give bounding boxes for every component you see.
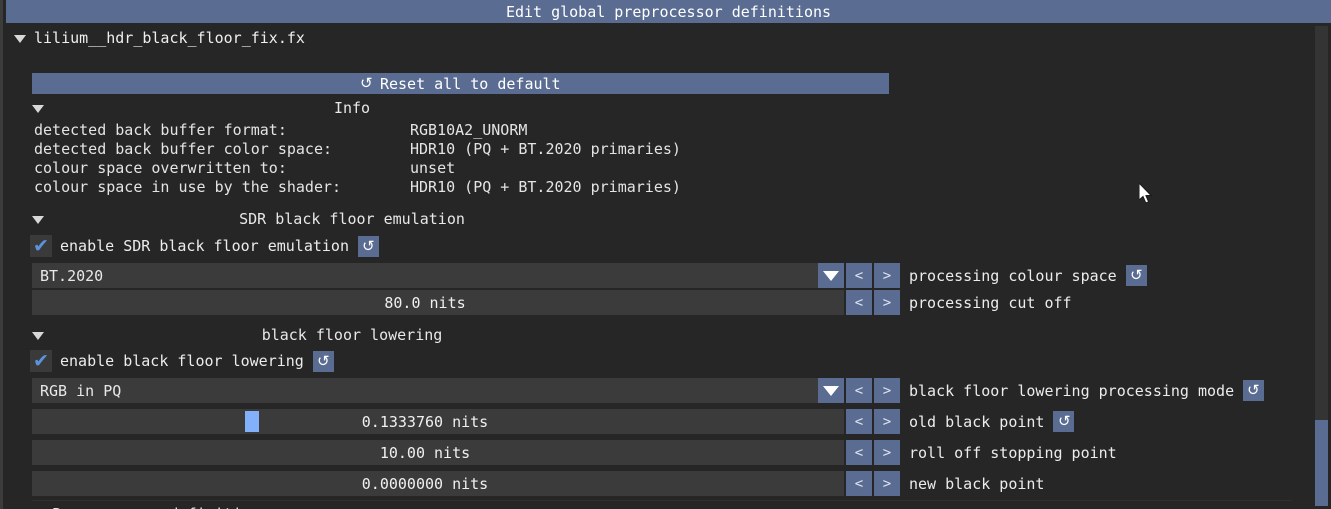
processing-colour-space-decrement-button[interactable]: <	[846, 263, 872, 288]
spacer	[818, 290, 844, 315]
new-black-point-increment-button[interactable]: >	[874, 471, 900, 496]
info-text-block: detected back buffer format: RGB10A2_UNO…	[34, 121, 681, 197]
info-line: detected back buffer color space: HDR10 …	[34, 140, 681, 159]
roll-off-stopping-point-label-group: roll off stopping point	[909, 440, 1117, 465]
processing-cut-off-value: 80.0 nits	[384, 293, 466, 312]
old-black-point-label-group: old black point ↻	[909, 409, 1075, 434]
window-title: Edit global preprocessor definitions	[505, 2, 832, 21]
reshade-global-preprocessor-dialog: Edit global preprocessor definitions lil…	[0, 0, 1331, 509]
processing-cut-off-slider[interactable]: 80.0 nits	[32, 290, 818, 315]
black-floor-lowering-processing-mode-label-group: black floor lowering processing mode ↻	[909, 378, 1265, 403]
processing-cut-off-increment-button[interactable]: >	[874, 290, 900, 315]
enable-black-floor-lowering-label: enable black floor lowering	[60, 352, 304, 370]
info-line: detected back buffer format: RGB10A2_UNO…	[34, 121, 681, 140]
roll-off-stopping-point-row: 10.00 nits < > roll off stopping point	[32, 440, 1324, 465]
old-black-point-row: 0.1333760 nits < > old black point ↻	[32, 409, 1324, 434]
black-floor-lowering-processing-mode-value: RGB in PQ	[40, 381, 122, 400]
reset-processing-colour-space-button[interactable]: ↻	[1125, 265, 1147, 286]
undo-icon: ↻	[1129, 266, 1143, 284]
reset-enable-sdr-black-floor-emulation-button[interactable]: ↻	[357, 235, 379, 257]
info-key: detected back buffer color space:	[34, 140, 333, 158]
old-black-point-increment-button[interactable]: >	[874, 409, 900, 434]
roll-off-stopping-point-increment-button[interactable]: >	[874, 440, 900, 465]
new-black-point-slider[interactable]: 0.0000000 nits	[32, 471, 818, 496]
info-value: HDR10 (PQ + BT.2020 primaries)	[410, 140, 681, 158]
reset-black-floor-lowering-processing-mode-button[interactable]: ↻	[1243, 380, 1265, 401]
processing-colour-space-combo[interactable]: BT.2020	[32, 263, 818, 288]
info-value: RGB10A2_UNORM	[410, 121, 528, 139]
triangle-down-icon[interactable]	[818, 378, 844, 403]
section-header-black-floor-lowering[interactable]: black floor lowering	[32, 323, 1292, 347]
roll-off-stopping-point-label: roll off stopping point	[909, 443, 1117, 462]
enable-sdr-black-floor-emulation-checkbox[interactable]: ✔	[30, 235, 52, 257]
old-black-point-value: 0.1333760 nits	[361, 412, 489, 431]
info-key: detected back buffer format:	[34, 121, 287, 139]
new-black-point-row: 0.0000000 nits < > new black point	[32, 471, 1324, 496]
reset-all-to-default-label: Reset all to default	[379, 74, 561, 93]
undo-icon: ↻	[1057, 412, 1071, 430]
info-key: colour space in use by the shader:	[34, 178, 342, 196]
old-black-point-label: old black point	[909, 412, 1045, 431]
reset-all-to-default-button[interactable]: ↻ Reset all to default	[32, 73, 889, 94]
enable-sdr-black-floor-emulation-label: enable SDR black floor emulation	[60, 237, 349, 255]
info-key: colour space overwritten to:	[34, 159, 287, 177]
section-title-black-floor-lowering: black floor lowering	[261, 326, 443, 344]
processing-cut-off-label-group: processing cut off	[909, 290, 1072, 315]
roll-off-stopping-point-slider[interactable]: 10.00 nits	[32, 440, 818, 465]
triangle-down-icon[interactable]	[818, 263, 844, 288]
section-title-info: Info	[333, 99, 371, 117]
old-black-point-decrement-button[interactable]: <	[846, 409, 872, 434]
spacer	[818, 440, 844, 465]
info-line: colour space overwritten to: unset	[34, 159, 681, 178]
processing-cut-off-decrement-button[interactable]: <	[846, 290, 872, 315]
vertical-scrollbar-thumb[interactable]	[1315, 420, 1328, 506]
new-black-point-label: new black point	[909, 474, 1045, 493]
window-title-bar: Edit global preprocessor definitions	[6, 0, 1331, 23]
processing-colour-space-increment-button[interactable]: >	[874, 263, 900, 288]
processing-cut-off-label: processing cut off	[909, 293, 1072, 312]
processing-cut-off-row: 80.0 nits < > processing cut off	[32, 290, 1324, 315]
black-floor-lowering-processing-mode-combo[interactable]: RGB in PQ	[32, 378, 818, 403]
settings-scroll-area: lilium__hdr_black_floor_fix.fx ↻ Reset a…	[6, 23, 1331, 509]
processing-colour-space-value: BT.2020	[40, 266, 104, 285]
enable-sdr-black-floor-emulation-row: ✔ enable SDR black floor emulation ↻	[30, 234, 379, 258]
black-floor-lowering-processing-mode-row: RGB in PQ < > black floor lowering proce…	[32, 378, 1324, 403]
info-value: HDR10 (PQ + BT.2020 primaries)	[410, 178, 681, 196]
new-black-point-decrement-button[interactable]: <	[846, 471, 872, 496]
section-title-preprocessor-definitions: Preprocessor definitions	[52, 505, 269, 509]
section-header-info[interactable]: Info	[32, 96, 1292, 120]
effect-tree-root[interactable]: lilium__hdr_black_floor_fix.fx	[6, 26, 305, 50]
processing-colour-space-label: processing colour space	[909, 266, 1117, 285]
info-value: unset	[410, 159, 456, 177]
section-title-sdr-black-floor-emulation: SDR black floor emulation	[239, 210, 465, 228]
roll-off-stopping-point-decrement-button[interactable]: <	[846, 440, 872, 465]
black-floor-lowering-processing-mode-label: black floor lowering processing mode	[909, 381, 1235, 400]
reset-enable-black-floor-lowering-button[interactable]: ↻	[312, 350, 334, 372]
new-black-point-label-group: new black point	[909, 471, 1044, 496]
enable-black-floor-lowering-checkbox[interactable]: ✔	[30, 350, 52, 372]
divider	[32, 500, 1292, 501]
reset-old-black-point-button[interactable]: ↻	[1053, 411, 1075, 432]
old-black-point-slider[interactable]: 0.1333760 nits	[32, 409, 818, 434]
section-header-preprocessor-definitions[interactable]: Preprocessor definitions	[32, 502, 1292, 509]
black-floor-lowering-processing-mode-decrement-button[interactable]: <	[846, 378, 872, 403]
undo-icon: ↻	[360, 74, 373, 92]
triangle-down-icon[interactable]	[14, 35, 26, 43]
black-floor-lowering-processing-mode-increment-button[interactable]: >	[874, 378, 900, 403]
section-header-sdr-black-floor-emulation[interactable]: SDR black floor emulation	[32, 207, 1292, 231]
spacer	[818, 471, 844, 496]
undo-icon: ↻	[1247, 381, 1260, 399]
old-black-point-slider-handle[interactable]	[245, 411, 260, 432]
new-black-point-value: 0.0000000 nits	[361, 474, 489, 493]
undo-icon: ↻	[362, 236, 375, 255]
spacer	[818, 409, 844, 434]
enable-black-floor-lowering-row: ✔ enable black floor lowering ↻	[30, 349, 334, 373]
effect-file-name: lilium__hdr_black_floor_fix.fx	[34, 29, 305, 47]
info-line: colour space in use by the shader: HDR10…	[34, 178, 681, 197]
undo-icon: ↻	[317, 351, 330, 370]
processing-colour-space-row: BT.2020 < > processing colour space ↻	[32, 263, 1324, 288]
roll-off-stopping-point-value: 10.00 nits	[379, 443, 471, 462]
processing-colour-space-label-group: processing colour space ↻	[909, 263, 1147, 288]
